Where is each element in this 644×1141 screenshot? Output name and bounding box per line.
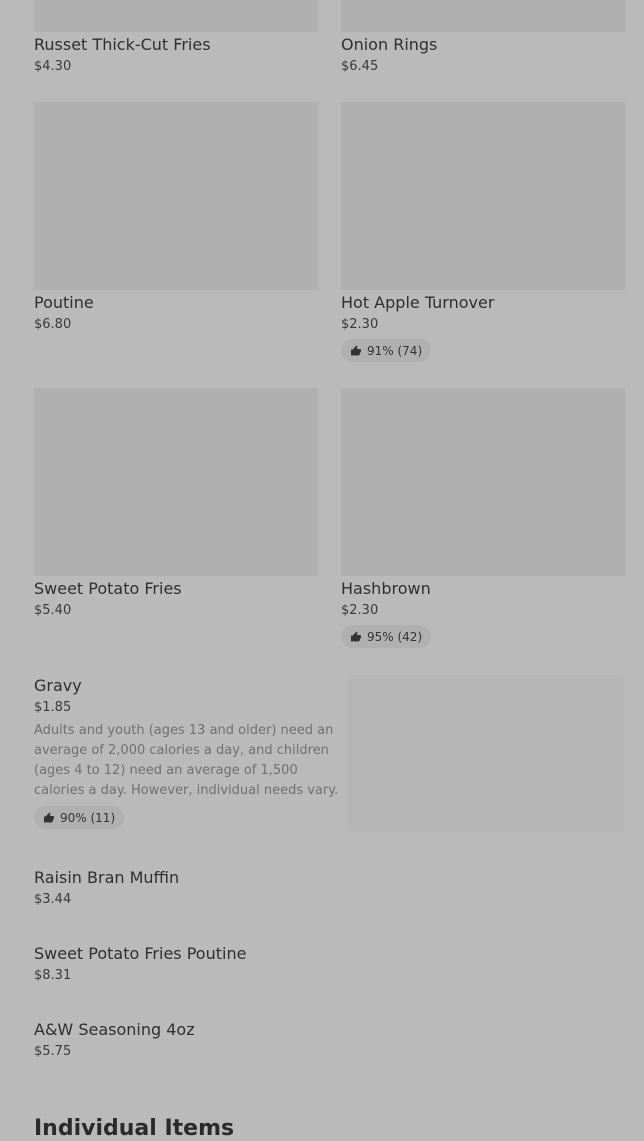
item-price: $4.30 [34, 59, 72, 74]
item-price: $8.31 [34, 968, 72, 983]
rating-text: 91% (74) [367, 343, 423, 358]
item-name: Hashbrown [341, 579, 431, 598]
menu-card-hashbrown[interactable]: Hashbrown $2.30 95% (42) [341, 388, 625, 648]
item-image [34, 0, 318, 32]
item-image [347, 675, 624, 832]
item-image [34, 102, 318, 290]
item-price: $6.80 [34, 317, 72, 332]
item-name: Sweet Potato Fries Poutine [34, 944, 247, 963]
item-price: $1.85 [34, 700, 72, 715]
menu-card-poutine[interactable]: Poutine $6.80 [34, 102, 318, 334]
menu-card-hot-apple-turnover[interactable]: Hot Apple Turnover $2.30 91% (74) [341, 102, 625, 362]
item-name: Onion Rings [341, 35, 438, 54]
item-name: Hot Apple Turnover [341, 293, 495, 312]
item-name: Gravy [34, 676, 82, 695]
item-name: A&W Seasoning 4oz [34, 1020, 195, 1039]
rating-text: 90% (11) [60, 810, 116, 825]
thumbs-up-icon [351, 345, 361, 355]
item-name: Sweet Potato Fries [34, 579, 182, 598]
menu-item-aw-seasoning[interactable]: A&W Seasoning 4oz $5.75 [34, 1017, 334, 1061]
menu-card-russet-fries[interactable]: Russet Thick-Cut Fries $4.30 [34, 0, 318, 76]
item-name: Poutine [34, 293, 94, 312]
rating-text: 95% (42) [367, 629, 423, 644]
item-price: $5.40 [34, 603, 72, 618]
menu-card-sweet-potato-fries[interactable]: Sweet Potato Fries $5.40 [34, 388, 318, 620]
rating-badge: 90% (11) [34, 806, 125, 829]
item-price: $2.30 [341, 317, 379, 332]
item-price: $3.44 [34, 892, 72, 907]
item-price: $6.45 [341, 59, 379, 74]
item-name: Russet Thick-Cut Fries [34, 35, 211, 54]
item-image [341, 388, 625, 576]
menu-item-gravy[interactable]: Gravy $1.85 Adults and youth (ages 13 an… [34, 673, 338, 829]
thumbs-up-icon [44, 812, 54, 822]
item-image [341, 0, 625, 32]
thumbs-up-icon [351, 631, 361, 641]
menu-item-raisin-bran-muffin[interactable]: Raisin Bran Muffin $3.44 [34, 865, 334, 909]
item-price: $5.75 [34, 1044, 72, 1059]
item-description: Adults and youth (ages 13 and older) nee… [34, 723, 339, 798]
rating-badge: 95% (42) [341, 625, 432, 648]
item-price: $2.30 [341, 603, 379, 618]
section-title: Individual Items [34, 1116, 235, 1141]
item-image [341, 102, 625, 290]
item-name: Raisin Bran Muffin [34, 868, 180, 887]
item-image [34, 388, 318, 576]
rating-badge: 91% (74) [341, 339, 432, 362]
menu-item-sweet-potato-fries-poutine[interactable]: Sweet Potato Fries Poutine $8.31 [34, 941, 334, 985]
menu-card-onion-rings[interactable]: Onion Rings $6.45 [341, 0, 625, 76]
